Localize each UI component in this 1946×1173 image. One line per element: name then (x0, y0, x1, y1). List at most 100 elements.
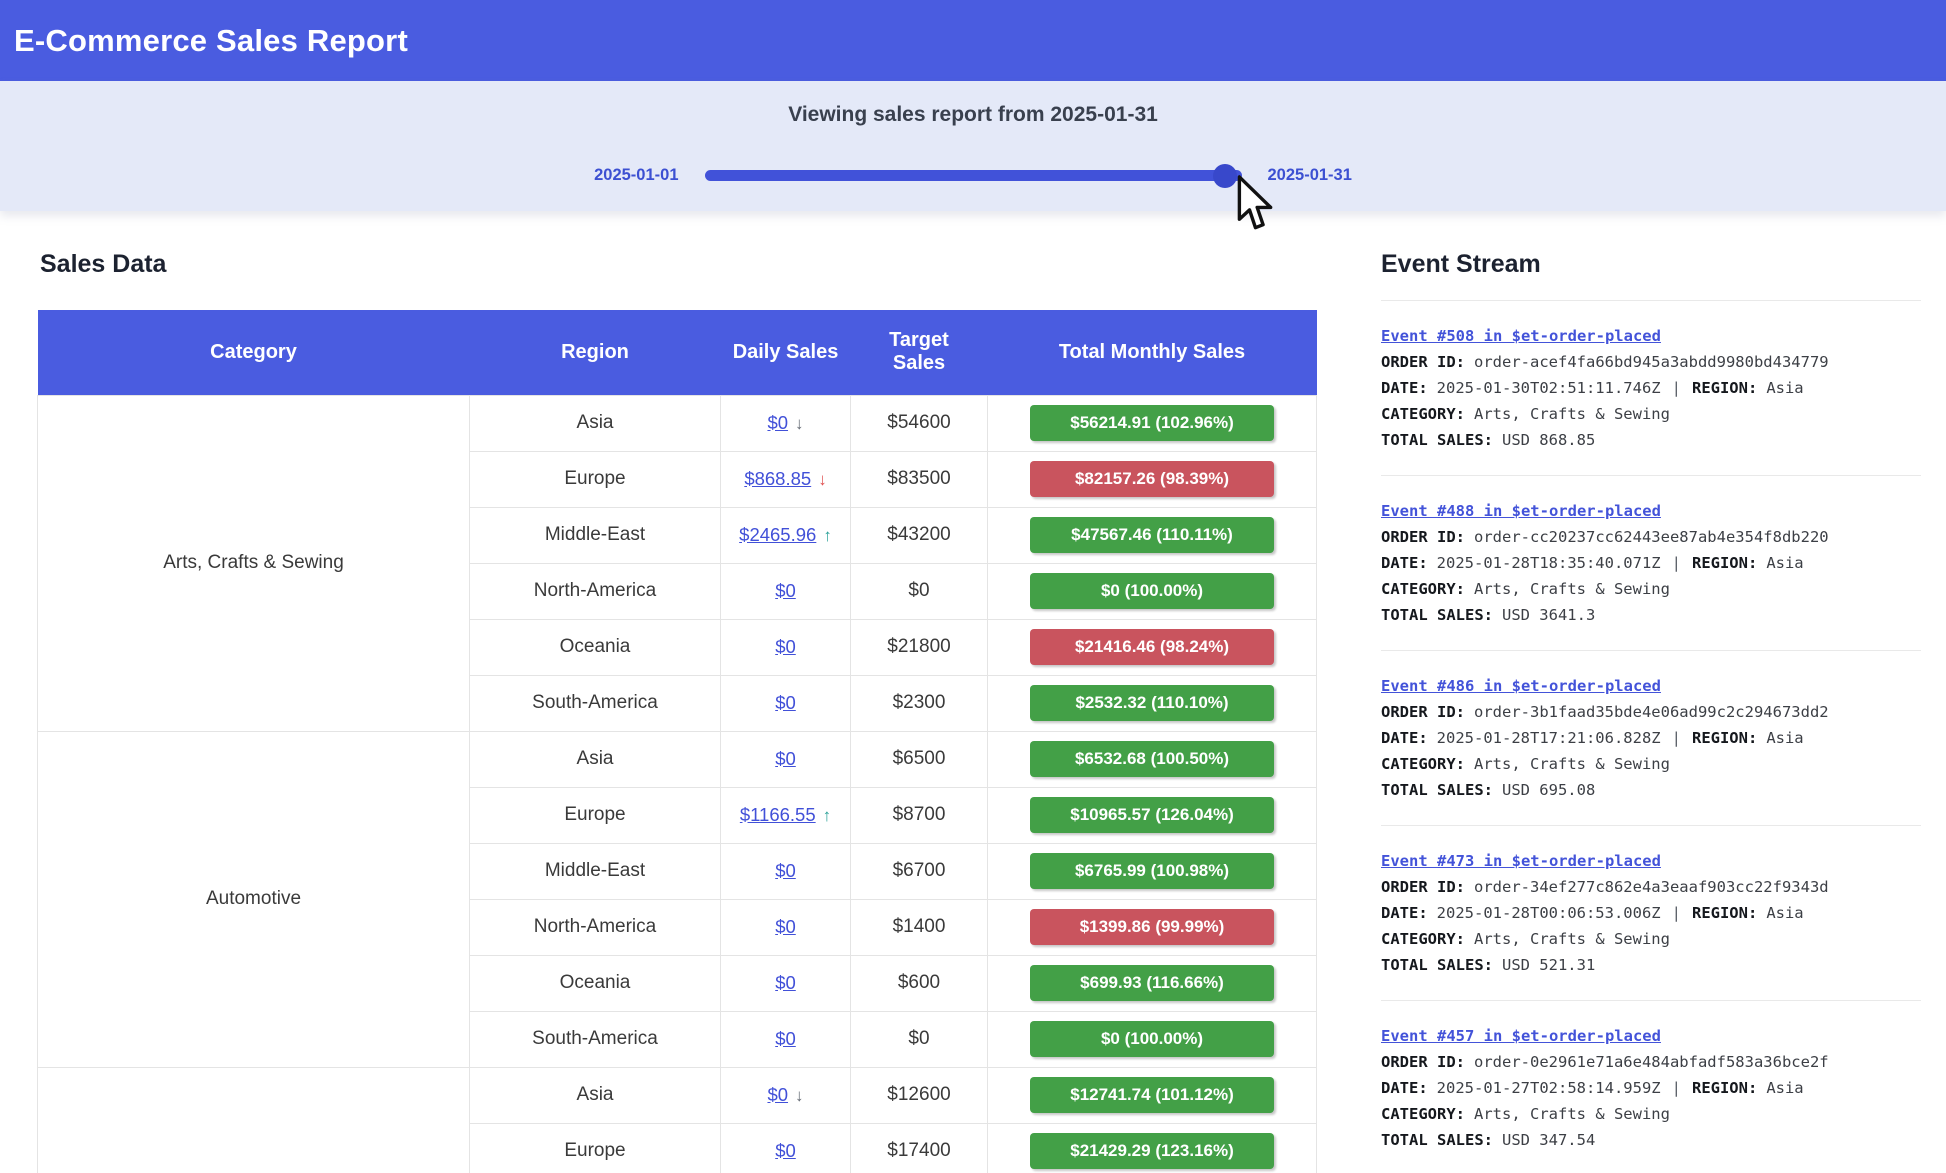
category-value: Arts, Crafts & Sewing (1474, 1105, 1670, 1123)
daily-sales-link[interactable]: $1166.55 (740, 804, 816, 825)
event-category-line: CATEGORY:Arts, Crafts & Sewing (1381, 401, 1921, 427)
target-sales-cell: $21800 (851, 619, 988, 675)
daily-sales-link[interactable]: $2465.96 (739, 524, 816, 545)
target-sales-cell: $6500 (851, 731, 988, 787)
daily-sales-link[interactable]: $0 (775, 748, 796, 769)
region-cell: Asia (470, 1067, 721, 1123)
region-value: Asia (1766, 729, 1803, 747)
daily-sales-cell: $0 (721, 731, 851, 787)
total-sales-badge: $56214.91 (102.96%) (1030, 405, 1274, 441)
total-sales-badge: $10965.57 (126.04%) (1030, 797, 1274, 833)
arrow-up-icon: ↑ (823, 526, 832, 545)
total-sales-badge: $6532.68 (100.50%) (1030, 741, 1274, 777)
daily-sales-link[interactable]: $0 (775, 860, 796, 881)
region-cell: Oceania (470, 619, 721, 675)
daily-sales-cell: $0↓ (721, 1067, 851, 1123)
daily-sales-link[interactable]: $0 (775, 692, 796, 713)
order-id-label: ORDER ID: (1381, 528, 1465, 546)
total-sales-label: TOTAL SALES: (1381, 1131, 1493, 1149)
region-value: Asia (1766, 1079, 1803, 1097)
region-cell: Asia (470, 395, 721, 451)
date-label: DATE: (1381, 379, 1428, 397)
event-item: Event #486 in $et-order-placedORDER ID:o… (1381, 650, 1921, 825)
event-date-line: DATE:2025-01-27T02:58:14.959Z|REGION:Asi… (1381, 1075, 1921, 1101)
daily-sales-link[interactable]: $0 (775, 580, 796, 601)
date-label: DATE: (1381, 554, 1428, 572)
date-label: DATE: (1381, 1079, 1428, 1097)
event-link[interactable]: Event #486 in $et-order-placed (1381, 673, 1661, 699)
region-label: REGION: (1692, 379, 1757, 397)
order-id-label: ORDER ID: (1381, 1053, 1465, 1071)
region-cell: North-America (470, 899, 721, 955)
region-cell: Asia (470, 731, 721, 787)
column-header-region: Region (470, 310, 721, 395)
category-cell: Automotive (38, 731, 470, 1067)
date-value: 2025-01-30T02:51:11.746Z (1437, 379, 1661, 397)
daily-sales-link[interactable]: $0 (775, 1028, 796, 1049)
daily-sales-link[interactable]: $0 (767, 1084, 788, 1105)
event-item: Event #508 in $et-order-placedORDER ID:o… (1381, 300, 1921, 475)
region-cell: Europe (470, 1123, 721, 1173)
target-sales-cell: $17400 (851, 1123, 988, 1173)
slider-row: 2025-01-01 2025-01-31 (0, 166, 1946, 185)
total-sales-value: USD 521.31 (1502, 956, 1595, 974)
total-sales-label: TOTAL SALES: (1381, 606, 1493, 624)
region-cell: South-America (470, 1011, 721, 1067)
region-cell: Middle-East (470, 507, 721, 563)
total-monthly-cell: $2532.32 (110.10%) (988, 675, 1317, 731)
pipe-separator: | (1672, 379, 1681, 397)
date-label: DATE: (1381, 904, 1428, 922)
total-sales-badge: $82157.26 (98.39%) (1030, 461, 1274, 497)
daily-sales-cell: $0 (721, 1011, 851, 1067)
event-link[interactable]: Event #473 in $et-order-placed (1381, 848, 1661, 874)
total-monthly-cell: $21429.29 (123.16%) (988, 1123, 1317, 1173)
event-link[interactable]: Event #488 in $et-order-placed (1381, 498, 1661, 524)
region-cell: Europe (470, 451, 721, 507)
daily-sales-link[interactable]: $0 (775, 916, 796, 937)
target-sales-cell: $12600 (851, 1067, 988, 1123)
daily-sales-link[interactable]: $0 (775, 972, 796, 993)
daily-sales-link[interactable]: $0 (775, 636, 796, 657)
event-link[interactable]: Event #508 in $et-order-placed (1381, 323, 1661, 349)
event-link[interactable]: Event #457 in $et-order-placed (1381, 1023, 1661, 1049)
category-label: CATEGORY: (1381, 755, 1465, 773)
event-category-line: CATEGORY: Arts, Crafts & Sewing (1381, 1101, 1921, 1127)
category-cell: Arts, Crafts & Sewing (38, 395, 470, 731)
event-order-line: ORDER ID:order-3b1faad35bde4e06ad99c2c29… (1381, 699, 1921, 725)
daily-sales-link[interactable]: $0 (767, 412, 788, 433)
table-header-row: Category Region Daily Sales Target Sales… (38, 310, 1317, 395)
event-list: Event #508 in $et-order-placedORDER ID:o… (1381, 300, 1921, 1173)
total-sales-badge: $47567.46 (110.11%) (1030, 517, 1274, 553)
category-label: CATEGORY: (1381, 1105, 1465, 1123)
event-item: Event #457 in $et-order-placedORDER ID:o… (1381, 1000, 1921, 1173)
region-value: Asia (1766, 379, 1803, 397)
category-cell (38, 1067, 470, 1173)
category-label: CATEGORY: (1381, 930, 1465, 948)
daily-sales-cell: $0 (721, 843, 851, 899)
total-monthly-cell: $699.93 (116.66%) (988, 955, 1317, 1011)
slider-thumb[interactable] (1213, 164, 1237, 188)
total-sales-value: USD 347.54 (1502, 1131, 1595, 1149)
event-date-line: DATE: 2025-01-30T02:51:11.746Z | REGION: Asi… (1381, 375, 1921, 401)
total-sales-label: TOTAL SALES: (1381, 781, 1493, 799)
total-sales-badge: $699.93 (116.66%) (1030, 965, 1274, 1001)
region-cell: Oceania (470, 955, 721, 1011)
event-total-line: TOTAL SALES: USD 521.31 (1381, 952, 1921, 978)
slider-min-label: 2025-01-01 (594, 166, 678, 185)
category-value: Arts, Crafts & Sewing (1474, 755, 1670, 773)
daily-sales-link[interactable]: $868.85 (744, 468, 811, 489)
slider-max-label: 2025-01-31 (1268, 166, 1352, 185)
total-sales-label: TOTAL SALES: (1381, 956, 1493, 974)
daily-sales-link[interactable]: $0 (775, 1140, 796, 1161)
order-id-label: ORDER ID: (1381, 878, 1465, 896)
total-sales-badge: $21416.46 (98.24%) (1030, 629, 1274, 665)
category-value: Arts, Crafts & Sewing (1474, 405, 1670, 423)
target-sales-cell: $0 (851, 563, 988, 619)
region-cell: North-America (470, 563, 721, 619)
event-order-line: ORDER ID:order-acef4fa66bd945a3abdd9980b… (1381, 349, 1921, 375)
daily-sales-cell: $0 (721, 899, 851, 955)
table-row: Arts, Crafts & SewingAsia$0↓$54600$56214… (38, 395, 1317, 451)
slider-track[interactable] (705, 170, 1242, 181)
total-sales-value: USD 868.85 (1502, 431, 1595, 449)
event-date-line: DATE:2025-01-28T00:06:53.006Z|REGION:Asi… (1381, 900, 1921, 926)
